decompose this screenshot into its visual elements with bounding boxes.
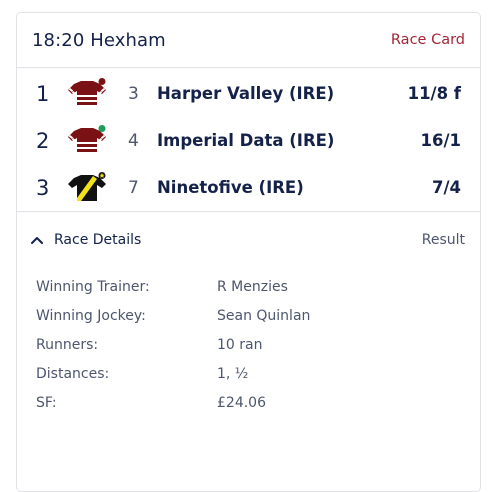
chevron-up-icon bbox=[31, 237, 43, 244]
detail-row: Runners: 10 ran bbox=[36, 330, 480, 359]
odds: 7/4 bbox=[432, 178, 461, 197]
race-details-label: Race Details bbox=[54, 232, 142, 248]
jockey-silk-icon bbox=[68, 78, 106, 107]
detail-value: Sean Quinlan bbox=[217, 307, 311, 324]
detail-label: Winning Jockey: bbox=[36, 307, 146, 324]
detail-value: 10 ran bbox=[217, 336, 263, 353]
finish-position: 3 bbox=[36, 175, 50, 200]
results-list: 1 3 Harper Valley (IRE) 11/8 f 2 4 Imper… bbox=[17, 68, 480, 212]
odds: 11/8 f bbox=[407, 84, 461, 103]
horse-name[interactable]: Ninetofive (IRE) bbox=[157, 178, 304, 197]
odds: 16/1 bbox=[420, 131, 461, 150]
result-row[interactable]: 2 4 Imperial Data (IRE) 16/1 bbox=[17, 117, 480, 164]
detail-value: £24.06 bbox=[217, 394, 266, 411]
detail-value: 1, ½ bbox=[217, 365, 249, 382]
detail-row: Winning Trainer: R Menzies bbox=[36, 272, 480, 301]
result-row[interactable]: 1 3 Harper Valley (IRE) 11/8 f bbox=[17, 70, 480, 117]
finish-position: 1 bbox=[36, 81, 50, 106]
detail-row: Winning Jockey: Sean Quinlan bbox=[36, 301, 480, 330]
jockey-silk-icon bbox=[68, 172, 106, 201]
saddle-cloth-number: 7 bbox=[128, 177, 139, 198]
horse-name[interactable]: Imperial Data (IRE) bbox=[157, 131, 334, 150]
race-details-header: Race Details Result bbox=[17, 212, 480, 268]
detail-label: Distances: bbox=[36, 365, 110, 382]
race-details-list: Winning Trainer: R Menzies Winning Jocke… bbox=[17, 268, 480, 417]
race-details-toggle[interactable]: Race Details bbox=[30, 232, 141, 248]
race-result-card: 18:20 Hexham Race Card 1 3 Harper Valley… bbox=[16, 12, 481, 492]
horse-name[interactable]: Harper Valley (IRE) bbox=[157, 84, 334, 103]
detail-row: SF: £24.06 bbox=[36, 388, 480, 417]
detail-label: Winning Trainer: bbox=[36, 278, 150, 295]
card-header: 18:20 Hexham Race Card bbox=[17, 13, 480, 68]
detail-label: SF: bbox=[36, 394, 57, 411]
race-title: 18:20 Hexham bbox=[32, 29, 166, 51]
finish-position: 2 bbox=[36, 128, 50, 153]
jockey-silk-icon bbox=[68, 125, 106, 154]
result-status: Result bbox=[421, 232, 465, 248]
detail-row: Distances: 1, ½ bbox=[36, 359, 480, 388]
saddle-cloth-number: 3 bbox=[128, 83, 139, 104]
race-card-link[interactable]: Race Card bbox=[391, 32, 465, 48]
saddle-cloth-number: 4 bbox=[128, 130, 139, 151]
result-row[interactable]: 3 7 Ninetofive (IRE) 7/4 bbox=[17, 164, 480, 211]
detail-label: Runners: bbox=[36, 336, 99, 353]
detail-value: R Menzies bbox=[217, 278, 288, 295]
